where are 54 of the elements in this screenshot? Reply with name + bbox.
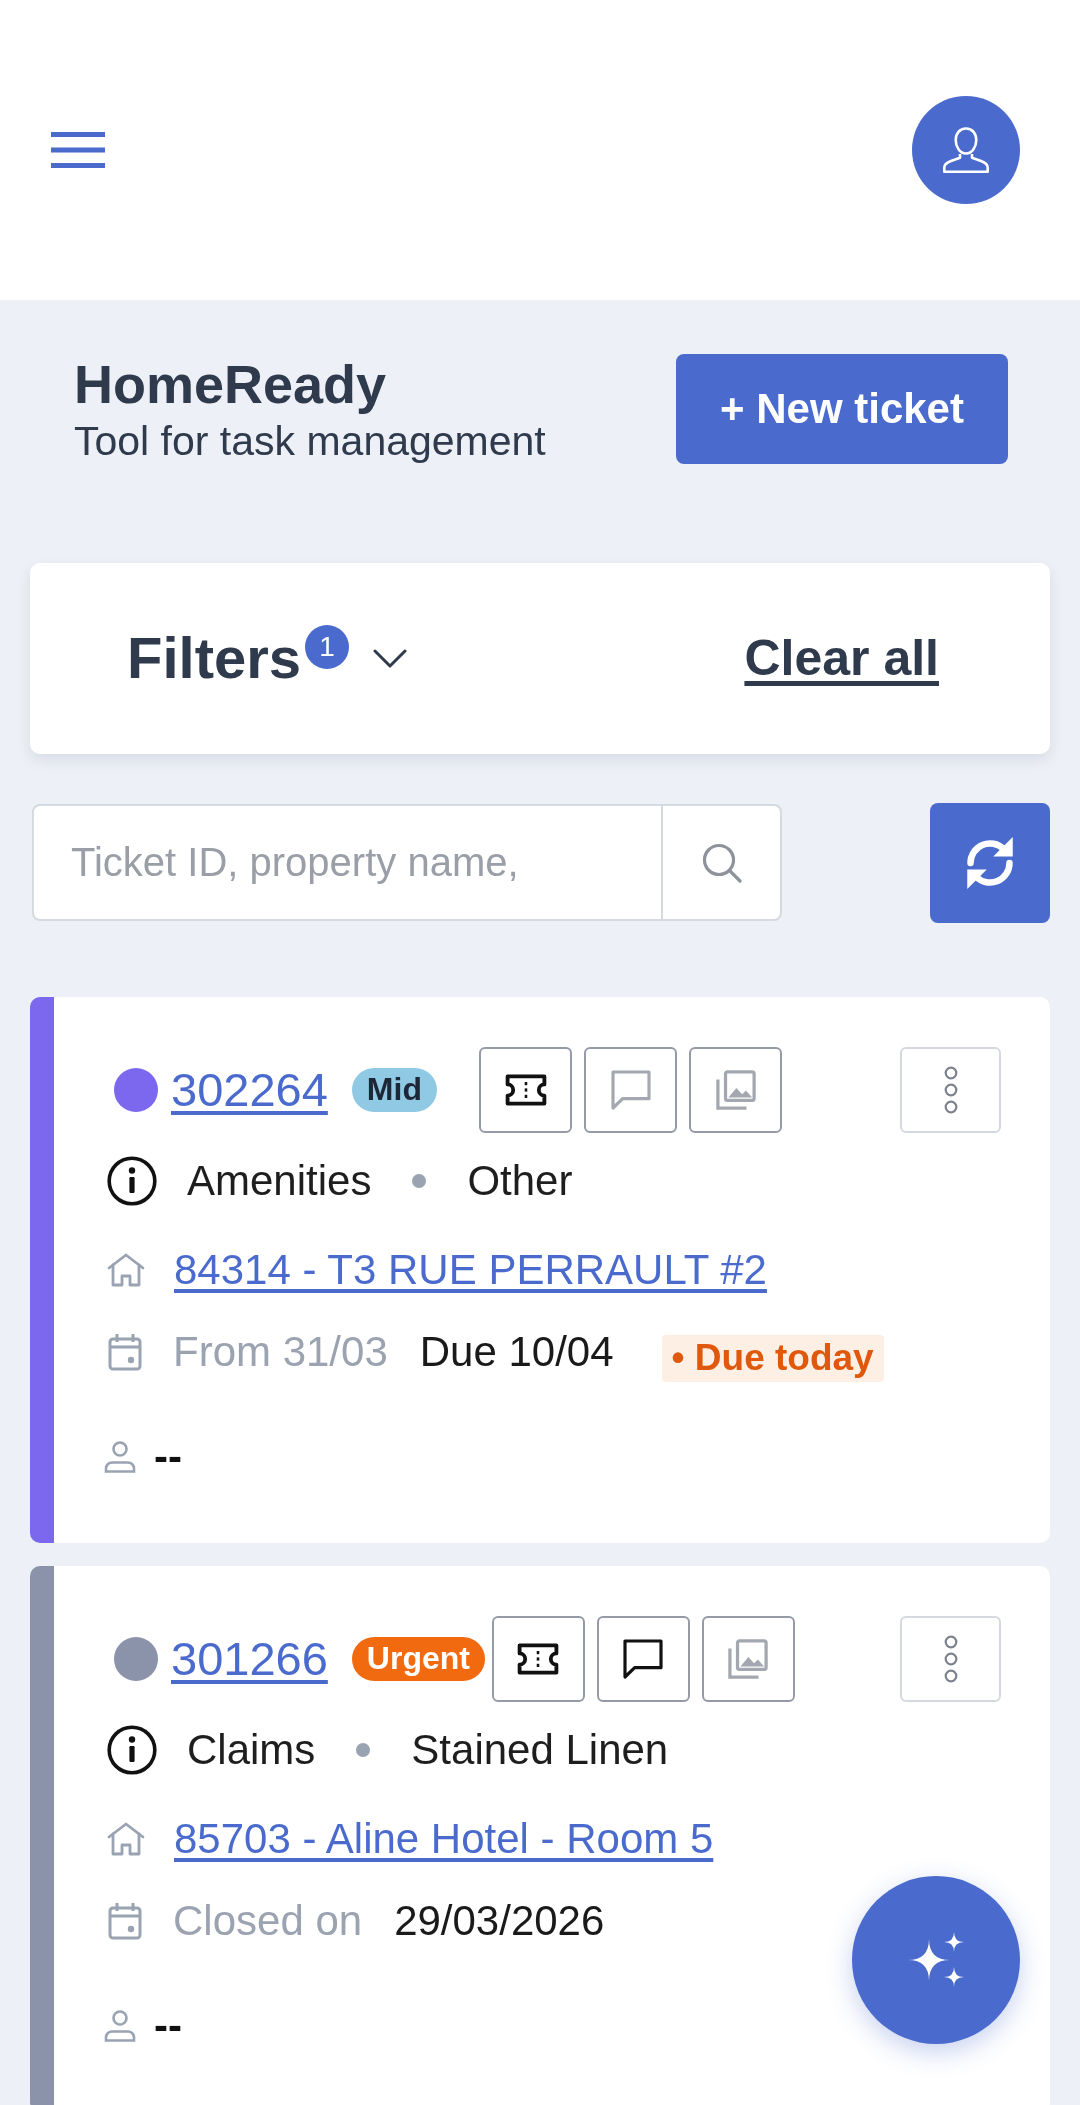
house-icon [107, 1822, 145, 1856]
ticket-button[interactable] [479, 1047, 572, 1133]
refresh-icon [964, 835, 1016, 891]
separator-dot-icon [412, 1174, 427, 1188]
search-icon [701, 843, 742, 883]
date-label: Closed on [173, 1897, 363, 1945]
date-label: 29/03/2026 [394, 1897, 605, 1945]
photos-icon [715, 1070, 756, 1110]
house-icon [107, 1253, 145, 1287]
photos-icon [728, 1639, 769, 1679]
priority-badge: Mid [351, 1068, 437, 1112]
date-label: From 31/03 [173, 1328, 388, 1376]
comments-button[interactable] [596, 1616, 690, 1702]
info-icon [107, 1725, 157, 1775]
refresh-button[interactable] [930, 803, 1050, 923]
speech-bubble-icon [623, 1639, 664, 1679]
app-title: HomeReady [74, 353, 387, 416]
category-label: Claims [187, 1726, 316, 1774]
property-link[interactable]: 85703 - Aline Hotel - Room 5 [174, 1815, 714, 1863]
separator-dot-icon [356, 1743, 371, 1757]
person-icon [103, 1441, 137, 1473]
property-link[interactable]: 84314 - T3 RUE PERRAULT #2 [174, 1246, 767, 1294]
speech-bubble-icon [610, 1070, 651, 1110]
assignee-label: -- [154, 1433, 182, 1481]
person-icon [942, 126, 990, 174]
ticket-icon [517, 1643, 560, 1675]
info-icon [107, 1156, 157, 1206]
filters-toggle[interactable]: Filters 1 [127, 625, 408, 692]
ticket-id-link[interactable]: 301266 [171, 1631, 328, 1687]
ticket-button[interactable] [491, 1616, 585, 1702]
calendar-icon [107, 1902, 143, 1940]
ticket-icon [504, 1074, 547, 1106]
due-status-tag: • Due today [661, 1335, 884, 1382]
menu-icon[interactable] [51, 132, 105, 168]
priority-badge: Urgent [351, 1637, 485, 1681]
subcategory-label: Stained Linen [411, 1726, 669, 1774]
person-icon [103, 2010, 137, 2042]
clear-all-link[interactable]: Clear all [744, 629, 939, 688]
ticket-id-link[interactable]: 302264 [171, 1062, 328, 1118]
more-button[interactable] [900, 1047, 1001, 1133]
search-field[interactable]: Ticket ID, property name, [32, 804, 661, 922]
date-label: Due 10/04 [419, 1328, 614, 1376]
new-ticket-button[interactable]: + New ticket [676, 354, 1008, 464]
filter-count-badge: 1 [305, 625, 350, 670]
app-subtitle: Tool for task management [74, 416, 546, 466]
category-label: Amenities [187, 1157, 372, 1205]
calendar-icon [107, 1333, 143, 1371]
more-icon [943, 1066, 958, 1114]
photos-button[interactable] [701, 1616, 795, 1702]
subcategory-label: Other [467, 1157, 573, 1205]
more-button[interactable] [900, 1616, 1001, 1702]
photos-button[interactable] [689, 1047, 782, 1133]
more-icon [943, 1635, 958, 1683]
assignee-label: -- [154, 2002, 182, 2050]
